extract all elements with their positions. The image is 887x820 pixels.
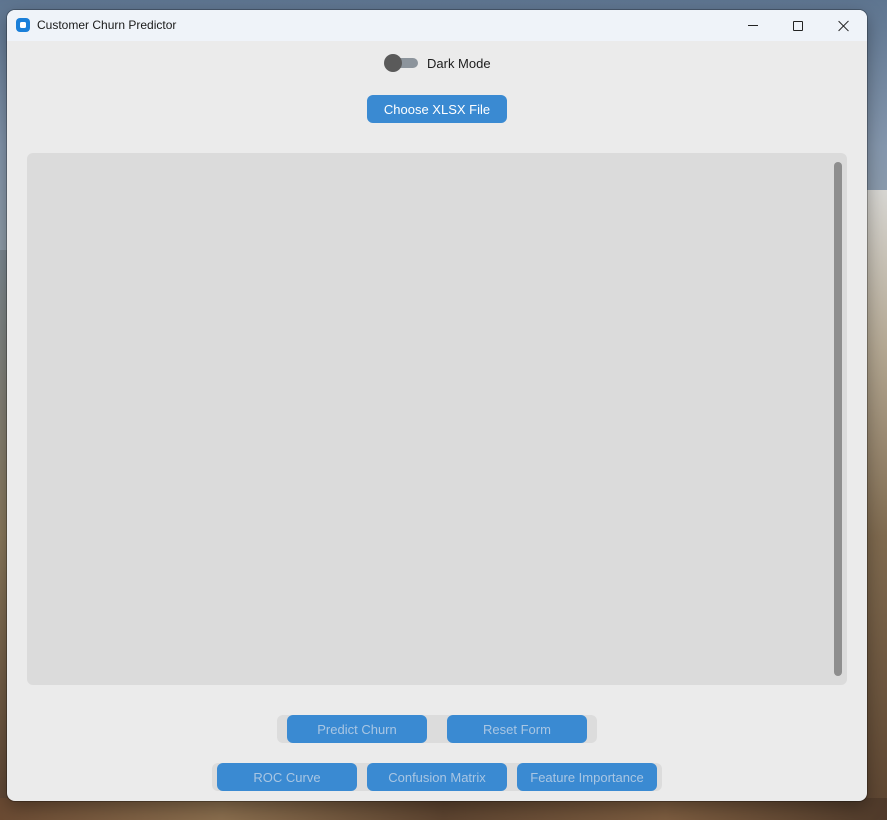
- confusion-matrix-button[interactable]: Confusion Matrix: [367, 763, 507, 791]
- minimize-button[interactable]: [730, 10, 776, 41]
- roc-curve-button[interactable]: ROC Curve: [217, 763, 357, 791]
- close-icon: [838, 20, 850, 32]
- dark-mode-label[interactable]: Dark Mode: [427, 56, 491, 71]
- switch-knob: [384, 54, 402, 72]
- vertical-scrollbar[interactable]: [834, 162, 842, 676]
- feature-importance-button[interactable]: Feature Importance: [517, 763, 657, 791]
- predict-churn-button[interactable]: Predict Churn: [287, 715, 427, 743]
- choose-file-button[interactable]: Choose XLSX File: [367, 95, 507, 123]
- dark-mode-toggle-row: Dark Mode: [384, 53, 491, 73]
- app-window: Customer Churn Predictor Dark Mode Choos…: [7, 10, 867, 801]
- app-icon: [16, 18, 30, 32]
- dark-mode-switch[interactable]: [384, 53, 418, 73]
- desktop-wallpaper-bottom: [0, 798, 887, 820]
- window-title: Customer Churn Predictor: [37, 18, 177, 32]
- title-bar[interactable]: Customer Churn Predictor: [7, 10, 867, 41]
- close-button[interactable]: [821, 10, 867, 41]
- maximize-icon: [793, 20, 803, 31]
- minimize-icon: [748, 25, 758, 26]
- maximize-button[interactable]: [775, 10, 821, 41]
- reset-form-button[interactable]: Reset Form: [447, 715, 587, 743]
- content-scroll-panel[interactable]: [27, 153, 847, 685]
